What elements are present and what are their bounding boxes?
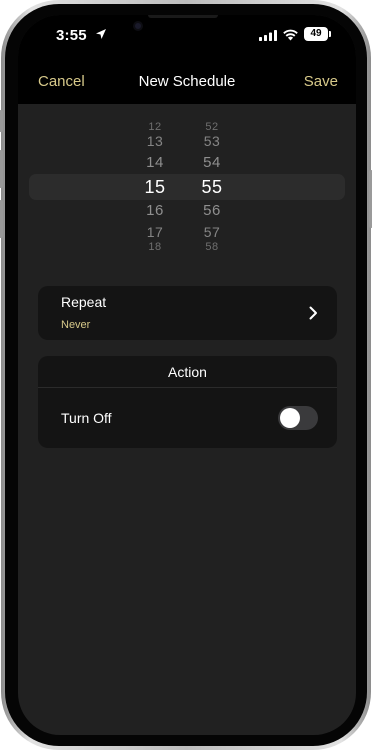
hour-option[interactable]: 14 <box>131 154 179 171</box>
hour-option[interactable]: 12 <box>131 120 179 130</box>
camera-bar <box>148 15 218 18</box>
minute-option[interactable]: 52 <box>188 120 236 130</box>
turn-off-label: Turn Off <box>61 410 112 426</box>
battery-level: 49 <box>310 28 322 39</box>
repeat-label: Repeat <box>61 294 107 310</box>
time-picker[interactable]: 12 13 14 15 16 17 18 52 53 54 55 56 57 5… <box>18 104 356 274</box>
hour-option[interactable]: 18 <box>131 242 179 250</box>
repeat-value: Never <box>61 319 91 331</box>
divider <box>38 387 337 388</box>
hour-wheel[interactable]: 12 13 14 15 16 17 18 <box>131 104 179 274</box>
toggle-knob <box>280 408 300 428</box>
minute-option[interactable]: 57 <box>188 224 236 240</box>
hour-option[interactable]: 16 <box>131 202 179 219</box>
action-button <box>0 110 3 132</box>
selected-minute[interactable]: 55 <box>188 177 236 198</box>
hour-option[interactable]: 13 <box>131 133 179 149</box>
status-time: 3:55 <box>56 27 87 44</box>
minute-option[interactable]: 54 <box>188 154 236 171</box>
save-button[interactable]: Save <box>304 73 338 90</box>
picker-selection-highlight <box>29 174 345 200</box>
action-section: Action Turn Off <box>38 356 337 448</box>
chevron-right-icon <box>309 306 317 320</box>
navigation-bar: Cancel New Schedule Save <box>18 59 356 104</box>
status-bar: 3:55 49 <box>18 15 356 59</box>
action-header: Action <box>168 364 207 380</box>
minute-wheel[interactable]: 52 53 54 55 56 57 58 <box>188 104 236 274</box>
minute-option[interactable]: 53 <box>188 133 236 149</box>
battery-tip <box>329 31 331 37</box>
volume-down-button <box>0 200 3 238</box>
location-arrow-icon <box>96 29 106 39</box>
minute-option[interactable]: 56 <box>188 202 236 219</box>
cellular-signal-icon <box>259 30 277 41</box>
phone-frame: 3:55 49 Cancel New Schedule Save 12 13 1… <box>0 0 372 750</box>
turn-off-toggle[interactable] <box>278 406 318 430</box>
wifi-icon <box>283 29 298 41</box>
volume-up-button <box>0 150 3 188</box>
battery-indicator: 49 <box>304 27 328 41</box>
selected-hour[interactable]: 15 <box>131 177 179 198</box>
screen: 3:55 49 Cancel New Schedule Save 12 13 1… <box>18 15 356 735</box>
hour-option[interactable]: 17 <box>131 224 179 240</box>
minute-option[interactable]: 58 <box>188 242 236 250</box>
repeat-row[interactable]: Repeat Never <box>38 286 337 340</box>
front-camera <box>133 21 143 31</box>
